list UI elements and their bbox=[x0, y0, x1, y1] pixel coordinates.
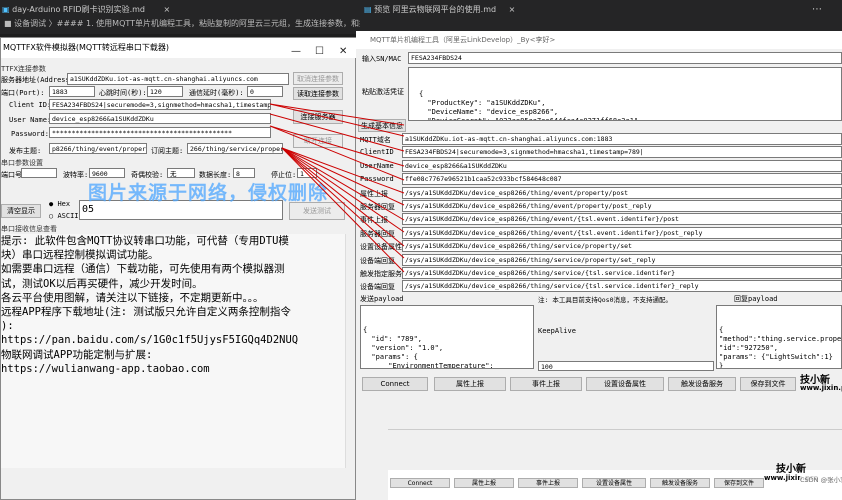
annotation-arrow bbox=[281, 147, 405, 194]
annotation-arrow bbox=[281, 147, 405, 221]
annotation-arrow bbox=[281, 147, 405, 273]
annotation-arrow bbox=[281, 147, 405, 259]
annotation-arrow bbox=[269, 103, 405, 126]
annotation-arrows bbox=[269, 103, 405, 273]
